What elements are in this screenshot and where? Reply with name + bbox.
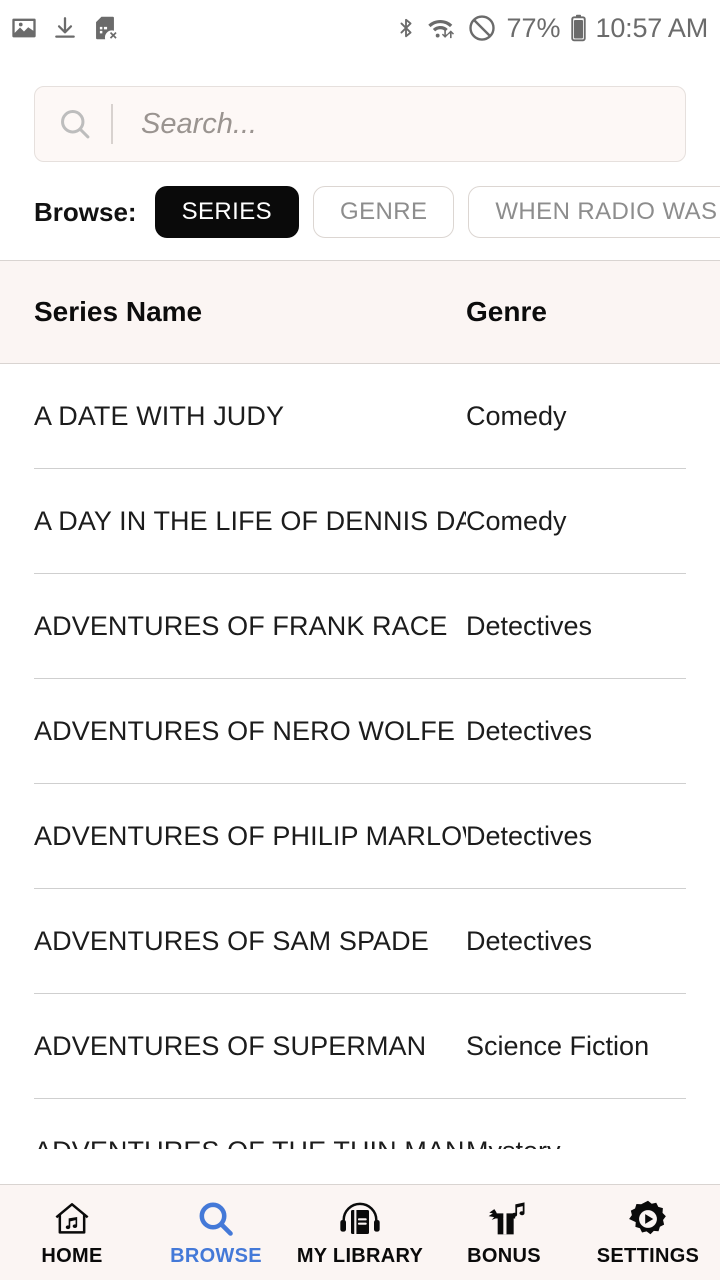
nav-item-home[interactable]: HOME [0, 1185, 144, 1280]
cell-genre: Science Fiction [466, 1031, 650, 1061]
nav-item-my-library[interactable]: MY LIBRARY [288, 1185, 432, 1280]
series-list[interactable]: A DATE WITH JUDY Comedy A DAY IN THE LIF… [0, 364, 720, 1149]
book-headphones-icon [336, 1198, 384, 1240]
status-bar: 77% 10:57 AM [0, 0, 720, 56]
table-row[interactable]: ADVENTURES OF SAM SPADE Detectives [0, 889, 720, 994]
sim-card-error-icon [92, 14, 119, 42]
table-row[interactable]: ADVENTURES OF PHILIP MARLOWE Detectives [0, 784, 720, 889]
table-row[interactable]: A DATE WITH JUDY Comedy [0, 364, 720, 469]
table-row[interactable]: A DAY IN THE LIFE OF DENNIS DAY Comedy [0, 469, 720, 574]
gear-play-icon [626, 1198, 670, 1240]
browse-filter-bar: Browse: SERIES GENRE WHEN RADIO WAS [0, 162, 720, 260]
nav-label-my-library: MY LIBRARY [296, 1244, 424, 1267]
browse-chip-when-radio-was[interactable]: WHEN RADIO WAS [468, 186, 720, 238]
battery-percent-label: 77% [506, 12, 561, 43]
status-bar-right: 77% 10:57 AM [395, 13, 708, 44]
cell-series-name: ADVENTURES OF NERO WOLFE [34, 716, 455, 746]
table-row[interactable]: ADVENTURES OF SUPERMAN Science Fiction [0, 994, 720, 1099]
cell-series-name: ADVENTURES OF SAM SPADE [34, 926, 429, 956]
bluetooth-icon [395, 13, 417, 43]
table-row[interactable]: ADVENTURES OF THE THIN MAN Mystery [0, 1099, 720, 1149]
cell-series-name: ADVENTURES OF THE THIN MAN [0, 1136, 466, 1149]
nav-label-home: HOME [41, 1244, 103, 1267]
nav-label-browse: BROWSE [170, 1244, 262, 1267]
cell-genre: Detectives [466, 716, 593, 746]
cell-series-name: ADVENTURES OF PHILIP MARLOWE [34, 821, 466, 851]
nav-item-settings[interactable]: SETTINGS [576, 1185, 720, 1280]
browse-label: Browse: [34, 196, 137, 227]
cell-genre: Comedy [466, 401, 567, 431]
nav-label-bonus: BONUS [467, 1244, 541, 1267]
cell-series-name: ADVENTURES OF SUPERMAN [34, 1031, 427, 1061]
search-icon [57, 106, 93, 142]
search-input[interactable] [141, 107, 663, 141]
table-header-row: Series Name Genre [0, 260, 720, 364]
column-header-genre: Genre [466, 296, 547, 327]
column-header-series-name: Series Name [34, 296, 203, 327]
bottom-navigation: HOME BROWSE MY LIBRARY BONUS SETTINGS [0, 1184, 720, 1280]
cell-series-name: A DAY IN THE LIFE OF DENNIS DAY [34, 506, 466, 536]
battery-icon [570, 13, 587, 43]
series-table: Series Name Genre A DATE WITH JUDY Comed… [0, 260, 720, 1149]
cell-genre: Detectives [466, 926, 593, 956]
cell-genre: Detectives [466, 611, 593, 641]
search-divider [111, 104, 113, 144]
do-not-disturb-icon [467, 13, 497, 43]
table-row[interactable]: ADVENTURES OF FRANK RACE Detectives [0, 574, 720, 679]
cell-genre: Detectives [466, 821, 593, 851]
clock-label: 10:57 AM [595, 12, 709, 43]
browse-chip-genre[interactable]: GENRE [313, 186, 455, 238]
cell-series-name: ADVENTURES OF FRANK RACE [34, 611, 448, 641]
wifi-transfer-icon [426, 14, 458, 42]
search-box[interactable] [34, 86, 686, 162]
cell-genre: Mystery [466, 1136, 720, 1149]
search-icon [195, 1198, 237, 1240]
nav-item-bonus[interactable]: BONUS [432, 1185, 576, 1280]
status-bar-left [10, 14, 119, 42]
cell-genre: Comedy [466, 506, 567, 536]
cell-series-name: A DATE WITH JUDY [34, 401, 285, 431]
search-section [0, 56, 720, 162]
nav-item-browse[interactable]: BROWSE [144, 1185, 288, 1280]
gift-music-icon [480, 1198, 528, 1240]
image-icon [10, 14, 38, 42]
home-music-icon [50, 1198, 94, 1240]
nav-label-settings: SETTINGS [596, 1244, 700, 1267]
download-icon [52, 14, 78, 42]
browse-chip-series[interactable]: SERIES [154, 186, 300, 238]
table-row[interactable]: ADVENTURES OF NERO WOLFE Detectives [0, 679, 720, 784]
